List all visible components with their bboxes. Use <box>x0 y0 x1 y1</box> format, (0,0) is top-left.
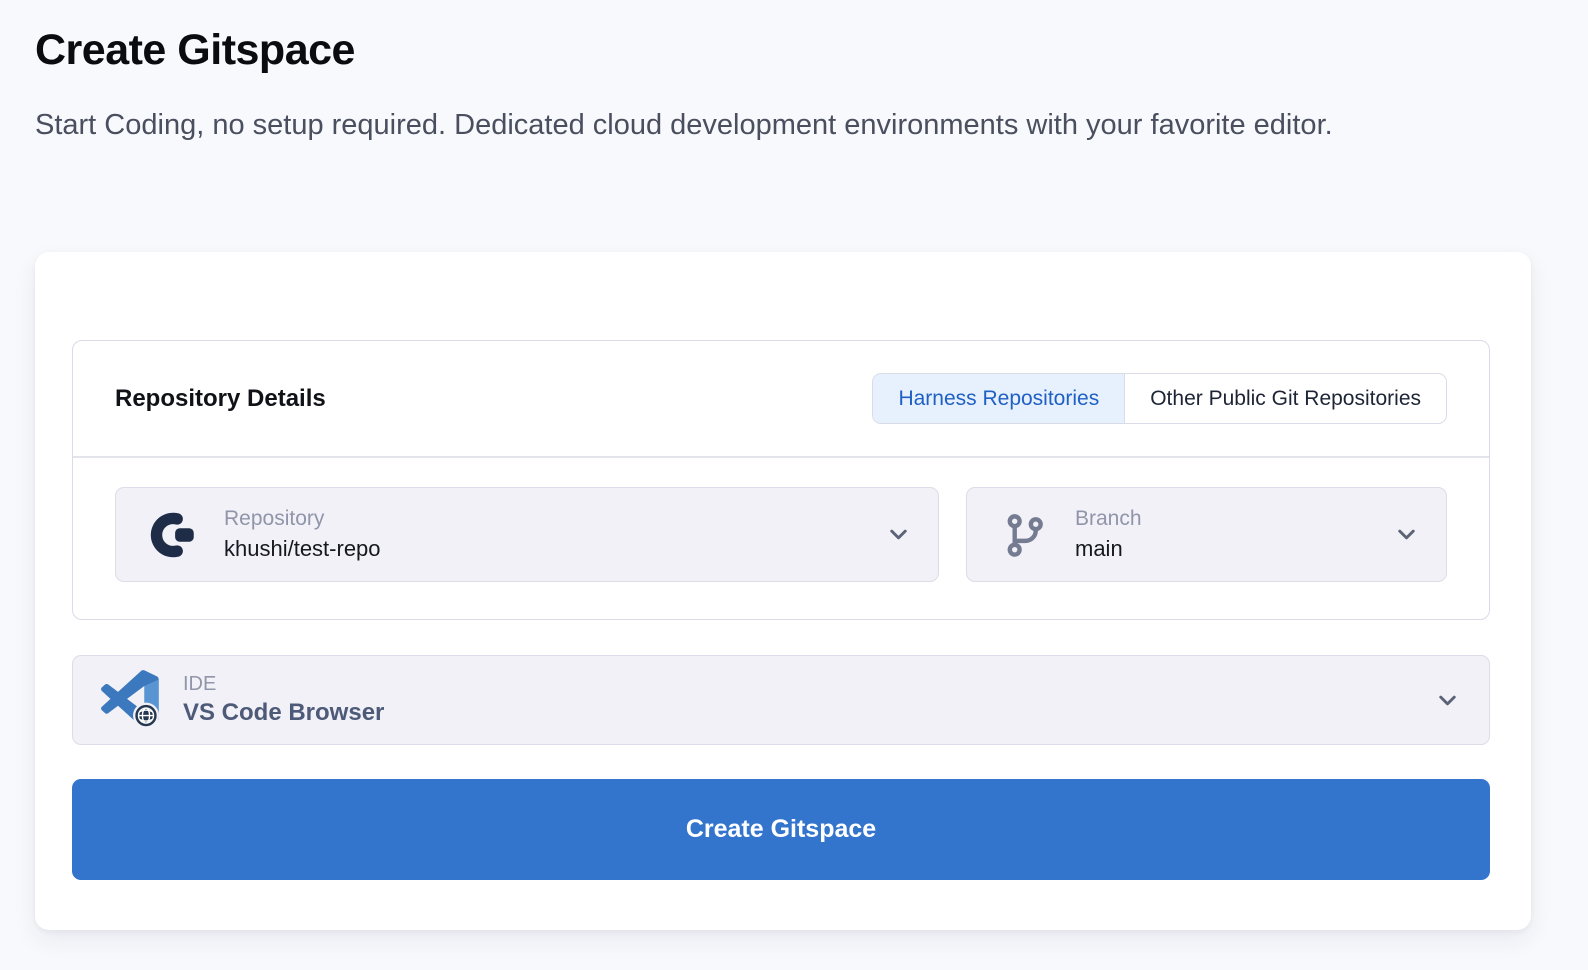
chevron-down-icon <box>1434 687 1461 714</box>
vscode-browser-icon <box>101 670 161 730</box>
chevron-down-icon <box>885 521 912 548</box>
tab-harness-repositories[interactable]: Harness Repositories <box>873 374 1124 423</box>
section-title: Repository Details <box>115 385 326 413</box>
page-subtitle: Start Coding, no setup required. Dedicat… <box>35 102 1485 149</box>
branch-field-label: Branch <box>1075 507 1142 531</box>
repository-fields-row: Repository khushi/test-repo <box>73 458 1489 611</box>
git-branch-icon <box>993 511 1053 558</box>
ide-select[interactable]: IDE VS Code Browser <box>72 655 1490 745</box>
chevron-down-icon <box>1393 521 1420 548</box>
repository-field-value: khushi/test-repo <box>224 536 381 562</box>
repository-icon <box>142 506 202 564</box>
ide-field-value: VS Code Browser <box>183 699 384 727</box>
branch-select[interactable]: Branch main <box>966 487 1447 582</box>
repository-details-header: Repository Details Harness Repositories … <box>73 341 1489 458</box>
repository-field-label: Repository <box>224 507 381 531</box>
repository-field-labels: Repository khushi/test-repo <box>224 507 381 562</box>
repository-details-section: Repository Details Harness Repositories … <box>72 340 1490 620</box>
page-title: Create Gitspace <box>35 26 355 75</box>
ide-field-labels: IDE VS Code Browser <box>183 673 384 727</box>
tab-other-public-git-repositories[interactable]: Other Public Git Repositories <box>1124 374 1446 423</box>
branch-field-value: main <box>1075 536 1142 562</box>
repo-source-toggle: Harness Repositories Other Public Git Re… <box>872 373 1447 424</box>
create-gitspace-page: Create Gitspace Start Coding, no setup r… <box>0 0 1588 970</box>
create-gitspace-button[interactable]: Create Gitspace <box>72 779 1490 880</box>
create-gitspace-card: Repository Details Harness Repositories … <box>35 252 1531 930</box>
ide-field-label: IDE <box>183 673 384 696</box>
branch-field-labels: Branch main <box>1075 507 1142 562</box>
repository-select[interactable]: Repository khushi/test-repo <box>115 487 939 582</box>
